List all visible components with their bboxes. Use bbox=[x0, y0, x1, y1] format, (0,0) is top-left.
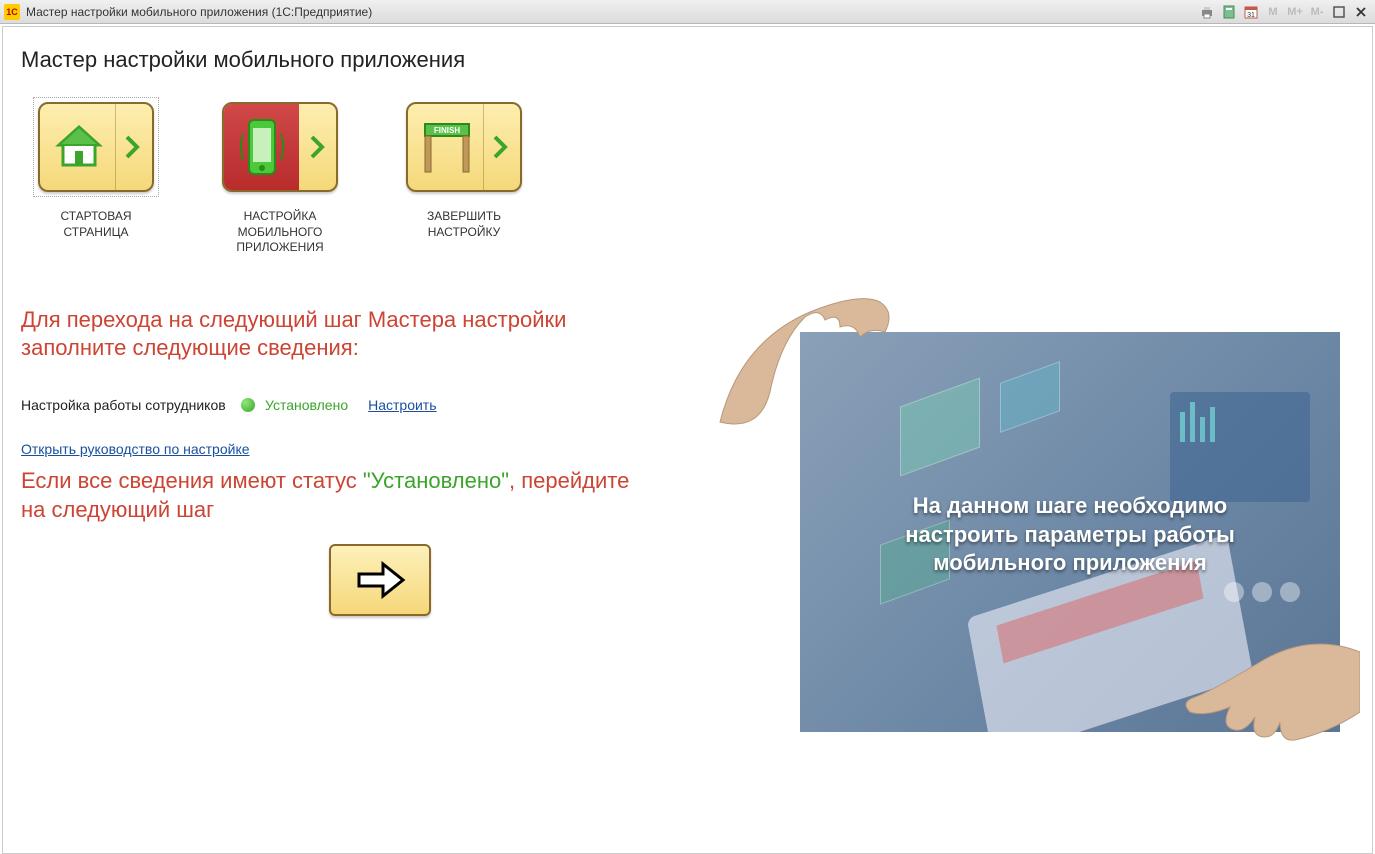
print-icon[interactable] bbox=[1197, 3, 1217, 21]
step-mobile-config-button[interactable] bbox=[222, 102, 338, 192]
status-indicator-icon bbox=[241, 398, 255, 412]
next-step-button[interactable] bbox=[329, 544, 431, 616]
step-mobile-config: НАСТРОЙКА МОБИЛЬНОГО ПРИЛОЖЕНИЯ bbox=[205, 97, 355, 256]
illustration-text: На данном шаге необходимо настроить пара… bbox=[800, 492, 1340, 578]
configure-link[interactable]: Настроить bbox=[368, 397, 436, 413]
titlebar: 1С Мастер настройки мобильного приложени… bbox=[0, 0, 1375, 24]
wizard-steps: СТАРТОВАЯ СТРАНИЦА bbox=[21, 97, 1354, 256]
memory-mplus-button[interactable]: M+ bbox=[1285, 3, 1305, 21]
chevron-right-icon bbox=[124, 134, 142, 160]
guide-link[interactable]: Открыть руководство по настройке bbox=[21, 441, 250, 457]
step-start-page: СТАРТОВАЯ СТРАНИЦА bbox=[21, 97, 171, 256]
memory-mminus-button[interactable]: M- bbox=[1307, 3, 1327, 21]
calendar-icon[interactable]: 31 bbox=[1241, 3, 1261, 21]
status-value: Установлено bbox=[265, 397, 348, 413]
instruction-text: Для перехода на следующий шаг Мастера на… bbox=[21, 306, 631, 363]
page-title: Мастер настройки мобильного приложения bbox=[21, 47, 1354, 73]
svg-text:FINISH: FINISH bbox=[434, 126, 460, 135]
memory-m-button[interactable]: M bbox=[1263, 3, 1283, 21]
calculator-icon[interactable] bbox=[1219, 3, 1239, 21]
chevron-right-icon bbox=[309, 134, 327, 160]
illustration: На данном шаге необходимо настроить пара… bbox=[710, 302, 1350, 742]
phone-icon bbox=[239, 114, 285, 180]
next-instruction-quoted: "Установлено" bbox=[363, 468, 509, 493]
hand-bottom-icon bbox=[1180, 612, 1360, 752]
status-label: Настройка работы сотрудников bbox=[21, 397, 241, 413]
finish-icon: FINISH bbox=[417, 118, 477, 176]
step-finish-button[interactable]: FINISH bbox=[406, 102, 522, 192]
chevron-right-icon bbox=[492, 134, 510, 160]
step-start-page-button[interactable] bbox=[38, 102, 154, 192]
app-icon: 1С bbox=[4, 4, 20, 20]
step-finish: FINISH ЗАВЕРШИТЬ НАСТРОЙКУ bbox=[389, 97, 539, 256]
step-label: ЗАВЕРШИТЬ НАСТРОЙКУ bbox=[427, 209, 501, 240]
next-instruction: Если все сведения имеют статус "Установл… bbox=[21, 467, 631, 524]
content-area: Мастер настройки мобильного приложения bbox=[2, 26, 1373, 854]
step-label: СТАРТОВАЯ СТРАНИЦА bbox=[60, 209, 131, 240]
close-button[interactable] bbox=[1351, 3, 1371, 21]
hand-top-icon bbox=[710, 282, 910, 442]
step-label: НАСТРОЙКА МОБИЛЬНОГО ПРИЛОЖЕНИЯ bbox=[236, 209, 323, 256]
window-title: Мастер настройки мобильного приложения (… bbox=[26, 5, 372, 19]
maximize-button[interactable] bbox=[1329, 3, 1349, 21]
svg-text:31: 31 bbox=[1247, 12, 1255, 19]
arrow-right-icon bbox=[353, 560, 407, 600]
home-icon bbox=[53, 121, 105, 173]
next-instruction-prefix: Если все сведения имеют статус bbox=[21, 468, 363, 493]
